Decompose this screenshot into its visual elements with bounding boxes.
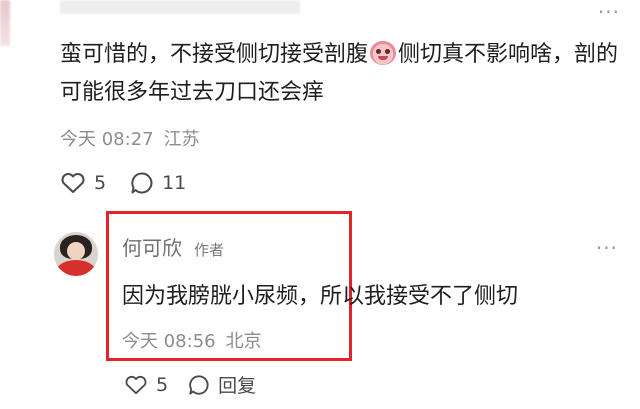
reply-time: 今天 08:56 — [122, 331, 216, 352]
top-cutoff-area — [0, 0, 640, 46]
like-button[interactable]: 5 — [60, 172, 106, 194]
reply-button[interactable]: 回复 — [188, 371, 256, 398]
more-options-icon[interactable]: ··· — [598, 0, 620, 24]
reply-location: 北京 — [225, 331, 262, 352]
comment-text: 蛮可惜的，不接受侧切接受剖腹 侧切真不影响啥，剖的可能很多年过去刀口还会痒 — [60, 36, 620, 112]
comment-bubble-icon — [131, 172, 153, 194]
reply-label: 回复 — [218, 375, 257, 397]
avatar-face — [67, 242, 85, 260]
pig-emoji-icon — [370, 41, 397, 65]
comment-bubble-icon — [189, 374, 209, 395]
more-options-icon[interactable]: ··· — [596, 236, 618, 260]
comment-count: 11 — [162, 172, 187, 194]
comment-actions: 5 11 — [60, 171, 210, 195]
reply-author: 何可欣 作者 — [122, 232, 224, 261]
comment-time: 今天 08:27 — [60, 129, 154, 150]
previous-avatar-blur — [0, 0, 10, 46]
reply-meta: 今天 08:56 北京 — [122, 327, 272, 353]
previous-content-blur — [60, 0, 300, 14]
avatar-body — [56, 260, 96, 276]
author-name[interactable]: 何可欣 — [122, 232, 182, 261]
comment-button[interactable]: 11 — [130, 171, 186, 195]
heart-icon — [61, 173, 85, 193]
comment-location: 江苏 — [163, 129, 200, 150]
comment-text-part1: 蛮可惜的，不接受侧切接受剖腹 — [60, 42, 369, 67]
reply-like-count: 5 — [156, 373, 169, 396]
heart-icon — [125, 375, 147, 394]
like-count: 5 — [94, 172, 107, 194]
avatar[interactable] — [54, 232, 98, 276]
comment-meta: 今天 08:27 江苏 — [60, 125, 210, 151]
reply-text: 因为我膀胱小尿频，所以我接受不了侧切 — [122, 284, 519, 309]
reply-actions: 5 回复 — [124, 371, 276, 398]
author-badge: 作者 — [194, 241, 225, 259]
reply-like-button[interactable]: 5 — [124, 374, 168, 396]
